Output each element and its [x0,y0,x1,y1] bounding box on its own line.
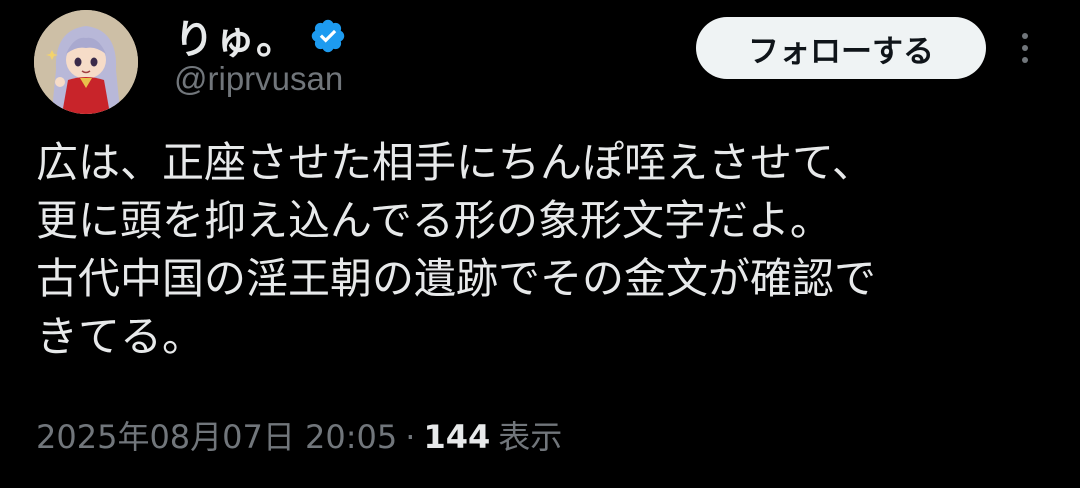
author-name-row[interactable]: りゅ。 [174,8,347,64]
meta-separator: · [405,418,416,456]
tweet-text-line: きてる。 [36,312,205,361]
more-dot [1022,45,1028,51]
display-name[interactable]: りゅ。 [174,7,297,65]
more-dot [1022,57,1028,63]
avatar[interactable] [34,10,138,114]
verified-badge-icon [309,17,347,55]
more-vertical-icon[interactable] [1010,26,1040,70]
author-handle[interactable]: @riprvusan [174,60,343,98]
tweet-text-line: 更に頭を抑え込んでる形の象形文字だよ。 [36,196,832,245]
tweet: りゅ。 @riprvusan フォローする 広は、正座させた相手にちんぽ咥えさせ… [0,0,1080,488]
views-count[interactable]: 144 [423,418,490,456]
tweet-text: 広は、正座させた相手にちんぽ咥えさせて、 更に頭を抑え込んでる形の象形文字だよ。… [36,134,1046,366]
tweet-text-line: 広は、正座させた相手にちんぽ咥えさせて、 [36,138,874,187]
tweet-meta: 2025年08月07日 20:05 · 144 表示 [36,412,562,458]
tweet-text-line: 古代中国の淫王朝の遺跡でその金文が確認で [36,254,877,303]
follow-button[interactable]: フォローする [696,17,986,79]
more-dot [1022,33,1028,39]
avatar-image [34,10,138,114]
timestamp[interactable]: 2025年08月07日 20:05 [36,412,397,458]
views-label: 表示 [498,418,563,456]
